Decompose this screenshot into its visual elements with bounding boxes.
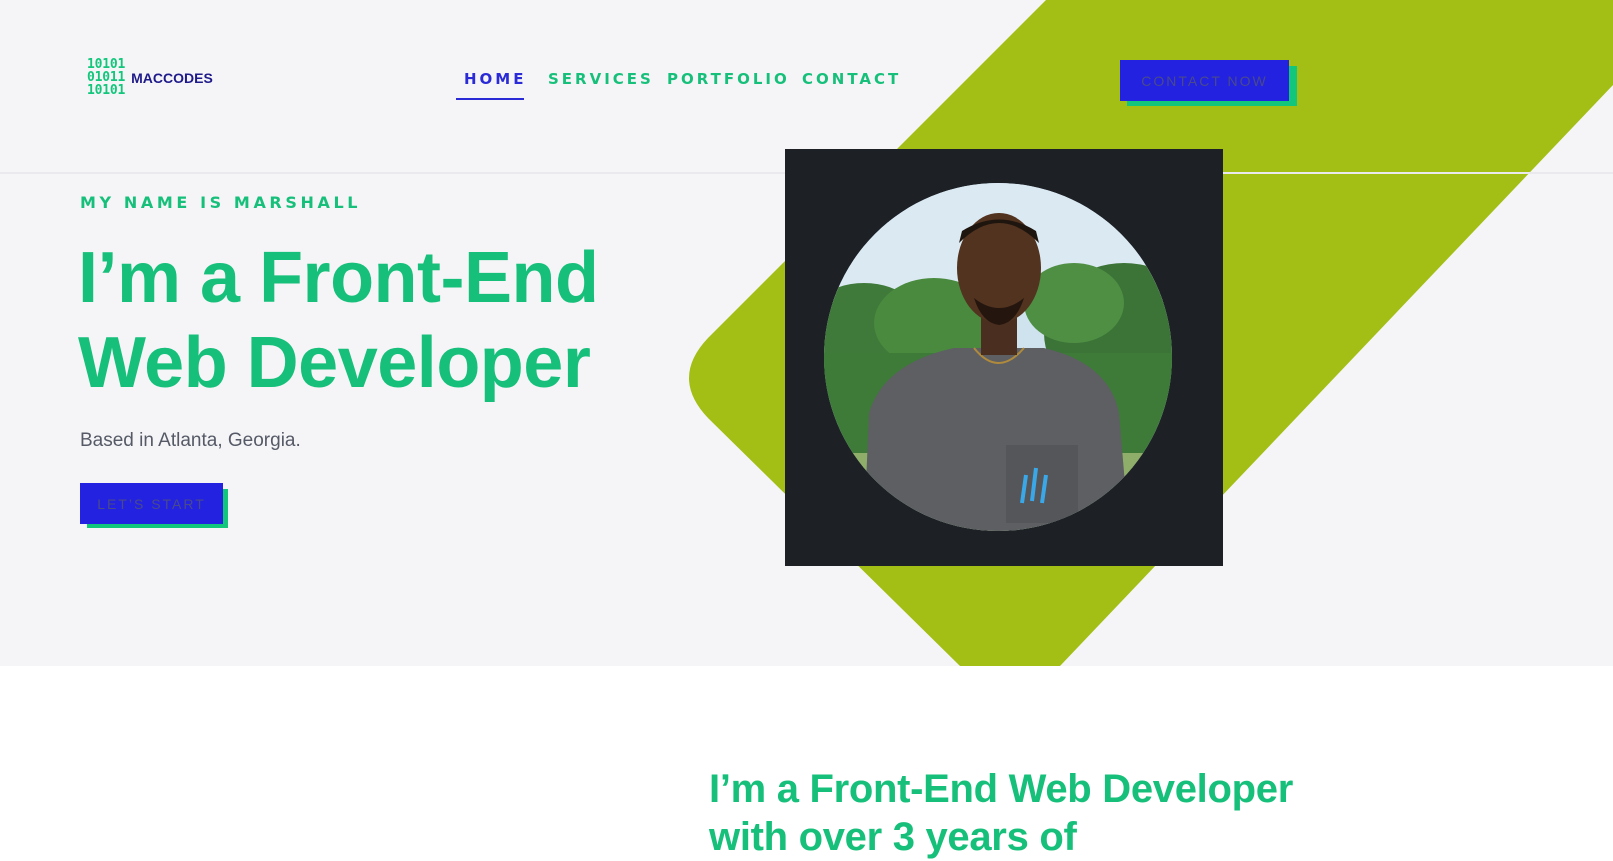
profile-photo [824,183,1172,531]
nav-item-services[interactable]: SERVICES [548,70,654,88]
logo-binary-mark: 10101 01011 10101 [87,58,125,97]
nav-active-indicator [456,98,524,100]
contact-now-button[interactable]: CONTACT NOW [1120,60,1289,101]
hero-eyebrow: MY NAME IS MARSHALL [80,193,362,212]
nav-item-contact[interactable]: CONTACT [802,70,901,88]
lets-start-button-wrap: LET’S START [80,483,229,529]
about-headline-line: with over 3 years of [709,815,1077,859]
profile-photo-frame [785,149,1223,566]
lets-start-button[interactable]: LET’S START [80,483,223,524]
hero-headline: I’m a Front-End Web Developer [78,236,718,406]
nav-item-home[interactable]: HOME [464,70,526,88]
contact-now-button-wrap: CONTACT NOW [1120,60,1297,106]
nav-item-portfolio[interactable]: PORTFOLIO [667,70,790,88]
site-logo[interactable]: 10101 01011 10101 MACCODES [87,58,213,97]
profile-photo-illustration [824,183,1172,531]
hero-headline-line: Web Developer [78,323,591,403]
hero-headline-line: I’m a Front-End [78,238,599,318]
about-headline-line: I’m a Front-End Web Developer [709,767,1293,811]
hero-location: Based in Atlanta, Georgia. [80,430,301,451]
hero-section: 10101 01011 10101 MACCODES HOME SERVICES… [0,0,1613,666]
about-headline: I’m a Front-End Web Developer with over … [709,765,1429,861]
logo-bits-row: 10101 [87,83,126,98]
logo-wordmark: MACCODES [131,69,213,86]
